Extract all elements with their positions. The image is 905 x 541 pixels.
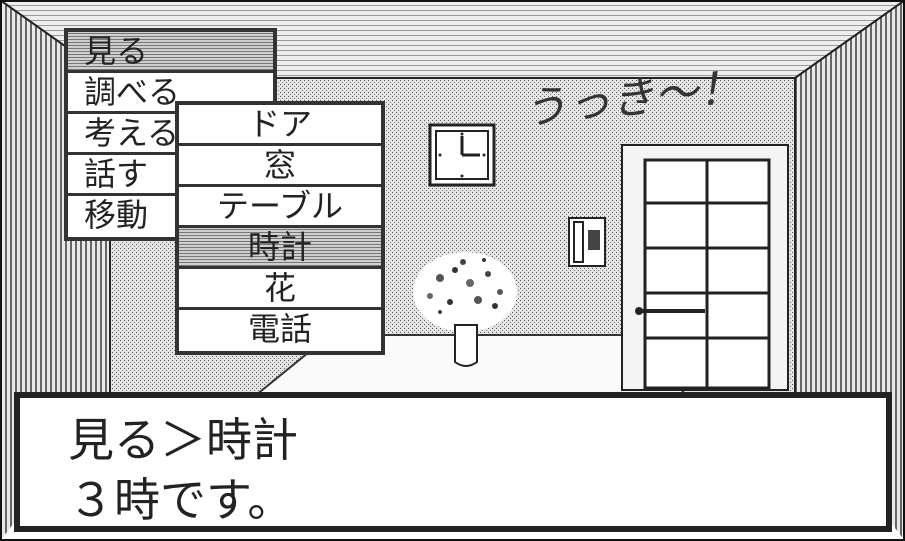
object-item-clock[interactable]: 時計 bbox=[179, 228, 381, 269]
verb-item-look[interactable]: 見る bbox=[68, 32, 273, 73]
object-item-door[interactable]: ドア bbox=[179, 105, 381, 146]
object-menu: ドア 窓 テーブル 時計 花 電話 bbox=[175, 101, 385, 355]
object-item-flower[interactable]: 花 bbox=[179, 269, 381, 310]
object-item-window[interactable]: 窓 bbox=[179, 146, 381, 187]
object-item-phone[interactable]: 電話 bbox=[179, 310, 381, 351]
message-window: 見る＞時計 ３時です。 bbox=[14, 392, 892, 532]
object-item-table[interactable]: テーブル bbox=[179, 187, 381, 228]
message-result-line: ３時です。 bbox=[68, 473, 294, 527]
message-command-line: 見る＞時計 bbox=[68, 413, 298, 467]
